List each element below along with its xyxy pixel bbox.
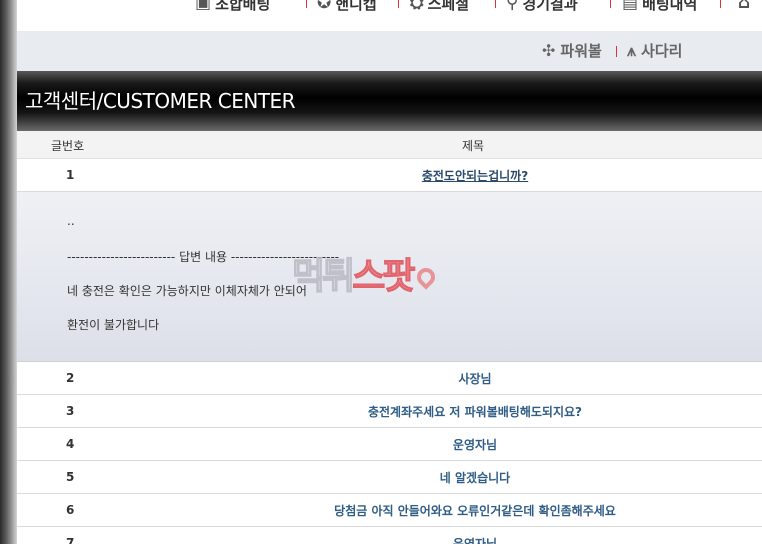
powerball-icon: ✣	[542, 41, 556, 60]
nav-separator	[495, 0, 496, 8]
award-icon: ✪	[317, 0, 332, 13]
table-row[interactable]: 5 네 알겠습니다	[17, 461, 762, 494]
question-text: ..	[67, 214, 75, 228]
subnav-powerball-label: 파워볼	[560, 42, 602, 60]
nav-separator	[610, 0, 611, 8]
table-row[interactable]: 4 운영자님	[17, 428, 762, 461]
extra-icon: ⌂	[738, 0, 751, 13]
top-nav: ▣ 조합배팅 ✪ 핸디캡 ⛭ 스페셜 ⚲ 경기결과 ▤ 배팅내역 ⌂	[17, 0, 762, 31]
nav-handicap[interactable]: ✪ 핸디캡	[317, 0, 377, 15]
nav-results-label: 경기결과	[522, 0, 578, 13]
watermark-text: 스팟	[352, 256, 416, 298]
page-title: 고객센터/CUSTOMER CENTER	[25, 89, 296, 113]
nav-separator	[398, 0, 399, 8]
nav-extra[interactable]: ⌂	[738, 0, 750, 15]
nav-combo-bet[interactable]: ▣ 조합배팅	[195, 0, 270, 15]
subnav-ladder-label: 사다리	[641, 42, 683, 60]
subnav-powerball[interactable]: ✣ 파워볼	[542, 40, 602, 61]
answer-line: 환전이 불가합니다	[67, 318, 160, 332]
row-num: 5	[66, 470, 75, 484]
table-header: 글번호 제목	[17, 131, 762, 159]
table-row[interactable]: 3 충전계좌주세요 저 파워볼배팅해도되지요?	[17, 395, 762, 428]
page: ▣ 조합배팅 ✪ 핸디캡 ⛭ 스페셜 ⚲ 경기결과 ▤ 배팅내역 ⌂ ✣ 파워볼…	[17, 0, 762, 544]
subnav-ladder[interactable]: ⩚ 사다리	[627, 40, 682, 61]
row-num: 4	[66, 437, 75, 451]
table-row[interactable]: 2 사장님	[17, 362, 762, 395]
nav-special-label: 스페셜	[427, 0, 470, 13]
nav-separator	[720, 0, 721, 8]
row-subject-link[interactable]: 당첨금 아직 안들어와요 오류인거같은데 확인좀해주세요	[135, 502, 762, 519]
row-subject-link[interactable]: 네 알겠습니다	[135, 469, 762, 486]
row-num: 3	[66, 404, 75, 418]
answer-line: 네 충전은 확인은 가능하지만 이체자체가 안되어	[67, 284, 307, 298]
row-num: 1	[66, 168, 75, 182]
row-subject-link[interactable]: 충전계좌주세요 저 파워볼배팅해도되지요?	[135, 403, 762, 420]
nav-separator	[306, 0, 307, 8]
search-icon: ⚲	[506, 0, 519, 13]
clipboard-icon: ▤	[622, 0, 639, 13]
ladder-icon: ⩚	[627, 40, 637, 60]
table-row[interactable]: 6 당첨금 아직 안들어와요 오류인거같은데 확인좀해주세요	[17, 494, 762, 527]
row-subject-link[interactable]: 충전도안되는겁니까?	[135, 167, 762, 184]
nav-bet-history[interactable]: ▤ 배팅내역	[622, 0, 697, 15]
map-pin-icon	[412, 264, 439, 290]
nav-combo-bet-label: 조합배팅	[215, 0, 271, 13]
hat-icon: ⛭	[410, 0, 424, 13]
row-subject-link[interactable]: 운영자님	[135, 535, 762, 544]
table-row[interactable]: 1 충전도안되는겁니까?	[17, 159, 762, 192]
watermark-logo: 먹튀스팟	[291, 247, 439, 299]
nav-results[interactable]: ⚲ 경기결과	[506, 0, 578, 15]
row-num: 6	[66, 503, 75, 517]
header-subject: 제목	[462, 139, 485, 153]
title-bar: 고객센터/CUSTOMER CENTER	[17, 71, 762, 131]
row-num: 2	[66, 371, 75, 385]
sub-nav: ✣ 파워볼 ⩚ 사다리	[17, 31, 762, 71]
row-subject-link[interactable]: 운영자님	[135, 436, 762, 453]
row-num: 7	[66, 536, 75, 544]
nav-handicap-label: 핸디캡	[335, 0, 377, 13]
combo-bet-icon: ▣	[195, 0, 212, 13]
subnav-separator	[616, 46, 617, 57]
watermark-text: 먹튀	[291, 255, 356, 298]
table-row[interactable]: 7 운영자님	[17, 527, 762, 544]
nav-bet-history-label: 배팅내역	[642, 0, 698, 13]
header-num: 글번호	[51, 139, 85, 153]
nav-special[interactable]: ⛭ 스페셜	[410, 0, 469, 15]
board-table: 글번호 제목 1 충전도안되는겁니까? .. -----------------…	[17, 131, 762, 544]
row-subject-link[interactable]: 사장님	[135, 370, 762, 387]
